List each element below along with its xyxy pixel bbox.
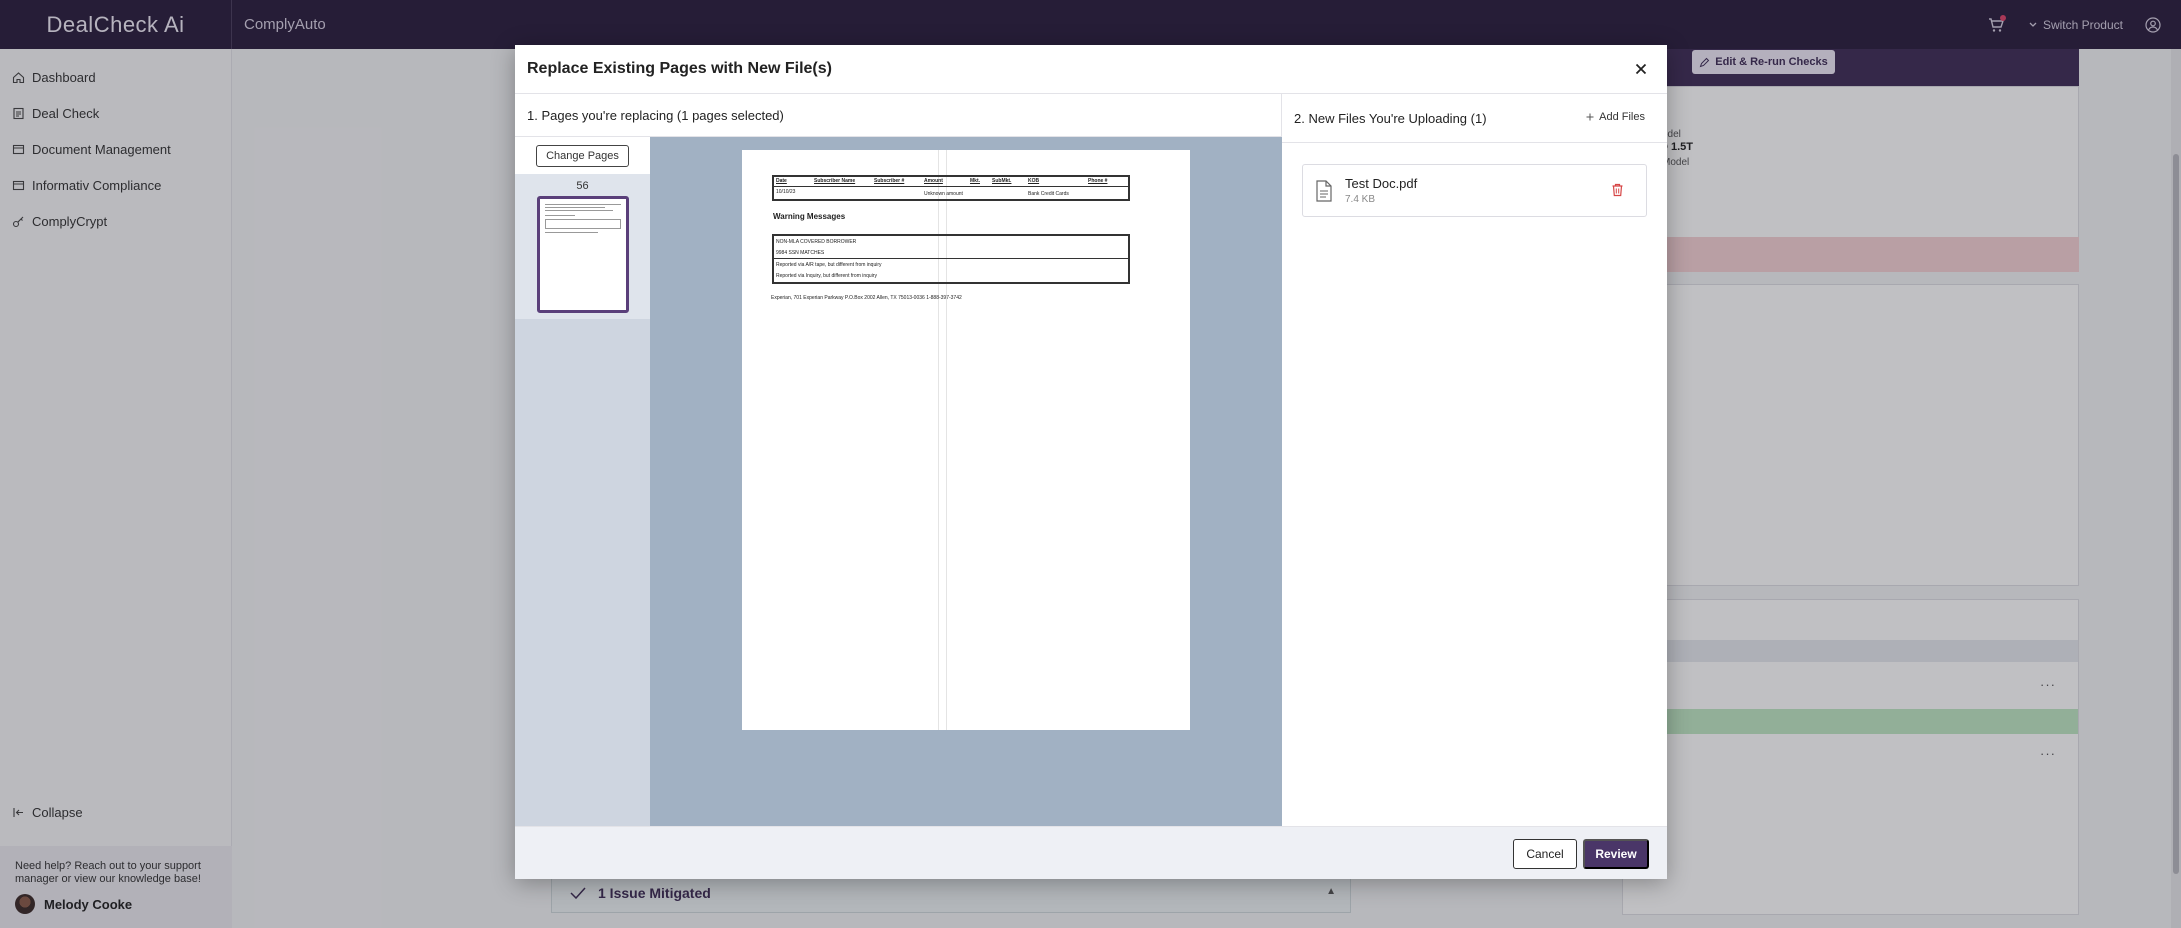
new-files-title: 2. New Files You're Uploading (1) — [1294, 110, 1487, 126]
thumbnail-header: Change Pages — [515, 137, 650, 174]
page-footer-address: Experian, 701 Experian Parkway P.O.Box 2… — [771, 295, 962, 301]
table-cell: Bank Credit Cards — [1028, 191, 1069, 197]
file-info: Test Doc.pdf 7.4 KB — [1345, 176, 1417, 205]
warnings-box: NON-MLA COVERED BORROWER 9984 SSN MATCHE… — [772, 234, 1130, 284]
review-button[interactable]: Review — [1583, 839, 1649, 869]
warning-messages-heading: Warning Messages — [773, 212, 846, 221]
pages-replacing-title: 1. Pages you're replacing (1 pages selec… — [515, 94, 1281, 137]
table-header-cell: Date — [776, 178, 787, 184]
trash-icon[interactable] — [1611, 183, 1624, 197]
table-header-cell: Amount — [924, 178, 943, 184]
table-header-cell: Phone # — [1088, 178, 1108, 184]
page-preview: Date Subscriber Name Subscriber # Amount… — [650, 137, 1282, 826]
table-header-cell: Subscriber Name — [814, 178, 856, 184]
new-files-header: 2. New Files You're Uploading (1) Add Fi… — [1282, 94, 1667, 143]
plus-icon — [1586, 113, 1594, 121]
table-header-cell: Mkt. — [970, 178, 980, 184]
selected-page-thumbnail[interactable]: 56 — [515, 174, 650, 319]
modal-title: Replace Existing Pages with New File(s) — [527, 60, 832, 77]
file-document-icon — [1316, 179, 1332, 202]
add-files-button[interactable]: Add Files — [1586, 111, 1645, 123]
modal-header: Replace Existing Pages with New File(s) — [515, 45, 1667, 94]
table-header-cell: Subscriber # — [874, 178, 905, 184]
page-thumbnail-column: Change Pages 56 — [515, 137, 650, 826]
table-header-cell: SubMkt. — [992, 178, 1012, 184]
new-files-pane: 2. New Files You're Uploading (1) Add Fi… — [1282, 94, 1667, 826]
warning-line: 9984 SSN MATCHES — [776, 250, 825, 256]
change-pages-button[interactable]: Change Pages — [536, 144, 629, 167]
uploaded-file-card: Test Doc.pdf 7.4 KB — [1302, 164, 1647, 217]
page-thumbnail[interactable] — [536, 196, 629, 313]
close-icon[interactable] — [1633, 61, 1649, 77]
replace-pages-modal: Replace Existing Pages with New File(s) … — [515, 45, 1667, 879]
inquiry-table: Date Subscriber Name Subscriber # Amount… — [772, 175, 1130, 201]
table-header-cell: KOB — [1028, 178, 1040, 184]
table-cell: 10/10/23 — [776, 189, 796, 195]
pages-replacing-pane: 1. Pages you're replacing (1 pages selec… — [515, 94, 1282, 826]
file-name: Test Doc.pdf — [1345, 176, 1418, 191]
warning-line: Reported via A/R tape, but different fro… — [776, 262, 882, 268]
warning-line: Reported via Inquiry, but different from… — [776, 273, 877, 279]
table-cell: Unknown amount — [924, 191, 963, 197]
page-number: 56 — [576, 180, 589, 192]
document-page: Date Subscriber Name Subscriber # Amount… — [742, 150, 1190, 730]
modal-footer: Cancel Review — [515, 826, 1667, 879]
file-size: 7.4 KB — [1345, 194, 1376, 205]
add-files-label: Add Files — [1599, 111, 1645, 123]
warning-line: NON-MLA COVERED BORROWER — [776, 239, 857, 245]
cancel-button[interactable]: Cancel — [1513, 839, 1577, 869]
